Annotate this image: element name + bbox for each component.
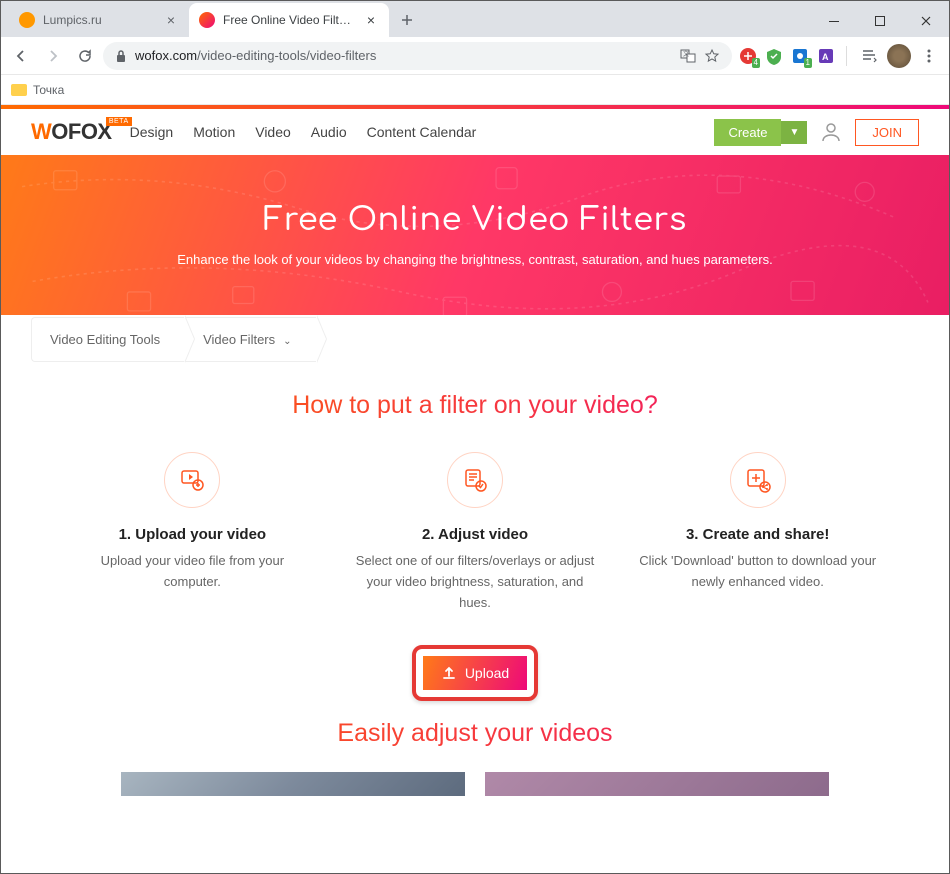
nav-content-calendar[interactable]: Content Calendar (367, 124, 477, 140)
browser-toolbar: wofox.com/video-editing-tools/video-filt… (1, 37, 949, 75)
bookmark-folder[interactable]: Точка (11, 83, 64, 97)
svg-text:文: 文 (683, 50, 689, 58)
browser-tab-lumpics[interactable]: Lumpics.ru × (9, 3, 189, 37)
step-desc: Upload your video file from your compute… (71, 551, 314, 593)
step-desc: Select one of our filters/overlays or ad… (354, 551, 597, 613)
nav-audio[interactable]: Audio (311, 124, 347, 140)
extension-icons: 4 1 A (736, 44, 838, 68)
extension-icon[interactable]: 4 (736, 44, 760, 68)
logo-rest: OFOX (51, 119, 111, 145)
step-2: 2. Adjust video Select one of our filter… (344, 452, 607, 613)
svg-text:A: A (822, 52, 829, 62)
logo[interactable]: WOFOX BETA (31, 119, 112, 145)
tab-title: Lumpics.ru (43, 13, 155, 27)
bookmark-star-icon[interactable] (704, 48, 720, 64)
create-dropdown-icon[interactable]: ▼ (781, 121, 807, 144)
hero-banner: Free Online Video Filters Enhance the lo… (1, 155, 949, 315)
nav-video[interactable]: Video (255, 124, 291, 140)
separator (846, 46, 847, 66)
hero-title: Free Online Video Filters (263, 203, 686, 238)
adjust-video-icon (447, 452, 503, 508)
breadcrumb-video-filters[interactable]: Video Filters⌄ (184, 317, 315, 362)
profile-avatar[interactable] (887, 44, 911, 68)
reload-button[interactable] (71, 42, 99, 70)
minimize-button[interactable] (811, 5, 857, 37)
create-share-icon (730, 452, 786, 508)
address-bar[interactable]: wofox.com/video-editing-tools/video-filt… (103, 42, 732, 70)
maximize-button[interactable] (857, 5, 903, 37)
tab-title: Free Online Video Filters | WoFo... (223, 13, 355, 27)
bookmark-label: Точка (33, 83, 64, 97)
page-content: WOFOX BETA Design Motion Video Audio Con… (1, 105, 949, 873)
forward-button[interactable] (39, 42, 67, 70)
step-desc: Click 'Download' button to download your… (636, 551, 879, 593)
breadcrumb: Video Editing Tools Video Filters⌄ (1, 315, 949, 363)
join-button[interactable]: JOIN (855, 119, 919, 146)
create-button[interactable]: Create ▼ (714, 119, 807, 146)
back-button[interactable] (7, 42, 35, 70)
chevron-down-icon: ⌄ (283, 336, 291, 347)
site-header: WOFOX BETA Design Motion Video Audio Con… (1, 109, 949, 155)
create-label: Create (714, 119, 781, 146)
favicon-icon (19, 12, 35, 28)
step-title: 2. Adjust video (354, 526, 597, 543)
nav-motion[interactable]: Motion (193, 124, 235, 140)
ext-badge: 4 (752, 58, 760, 68)
lock-icon (115, 49, 127, 63)
section2-title: Easily adjust your videos (1, 719, 949, 748)
new-tab-button[interactable] (393, 6, 421, 34)
tab-strip: Lumpics.ru × Free Online Video Filters |… (1, 1, 949, 37)
howto-title: How to put a filter on your video? (61, 391, 889, 420)
extension-icon[interactable] (762, 44, 786, 68)
tab-close-icon[interactable]: × (363, 12, 379, 28)
breadcrumb-video-editing-tools[interactable]: Video Editing Tools (31, 317, 184, 362)
upload-label: Upload (465, 665, 509, 681)
step-title: 3. Create and share! (636, 526, 879, 543)
browser-tab-wofox[interactable]: Free Online Video Filters | WoFo... × (189, 3, 389, 37)
upload-button[interactable]: Upload (421, 654, 529, 692)
hero-subtitle: Enhance the look of your videos by chang… (177, 252, 772, 267)
bookmarks-bar: Точка (1, 75, 949, 105)
url-text: wofox.com/video-editing-tools/video-filt… (135, 48, 672, 63)
folder-icon (11, 84, 27, 96)
translate-icon[interactable]: 文 (680, 48, 696, 64)
user-icon[interactable] (817, 118, 845, 146)
upload-section: Upload (1, 645, 949, 701)
video-thumbnail[interactable] (121, 772, 465, 796)
reading-list-icon[interactable] (855, 42, 883, 70)
logo-beta: BETA (106, 117, 132, 126)
menu-button[interactable] (915, 42, 943, 70)
step-1: 1. Upload your video Upload your video f… (61, 452, 324, 613)
ext-badge: 1 (804, 58, 812, 68)
howto-section: How to put a filter on your video? 1. Up… (1, 363, 949, 623)
nav-design[interactable]: Design (130, 124, 174, 140)
step-3: 3. Create and share! Click 'Download' bu… (626, 452, 889, 613)
favicon-icon (199, 12, 215, 28)
close-window-button[interactable] (903, 5, 949, 37)
upload-highlight: Upload (412, 645, 538, 701)
step-title: 1. Upload your video (71, 526, 314, 543)
tab-close-icon[interactable]: × (163, 12, 179, 28)
main-nav: Design Motion Video Audio Content Calend… (130, 124, 477, 140)
logo-w: W (31, 119, 51, 145)
upload-video-icon (164, 452, 220, 508)
video-thumbnail[interactable] (485, 772, 829, 796)
extension-icon[interactable]: A (814, 44, 838, 68)
upload-icon (441, 665, 457, 681)
extension-icon[interactable]: 1 (788, 44, 812, 68)
easily-adjust-section: Easily adjust your videos (1, 719, 949, 796)
window-controls (811, 5, 949, 37)
